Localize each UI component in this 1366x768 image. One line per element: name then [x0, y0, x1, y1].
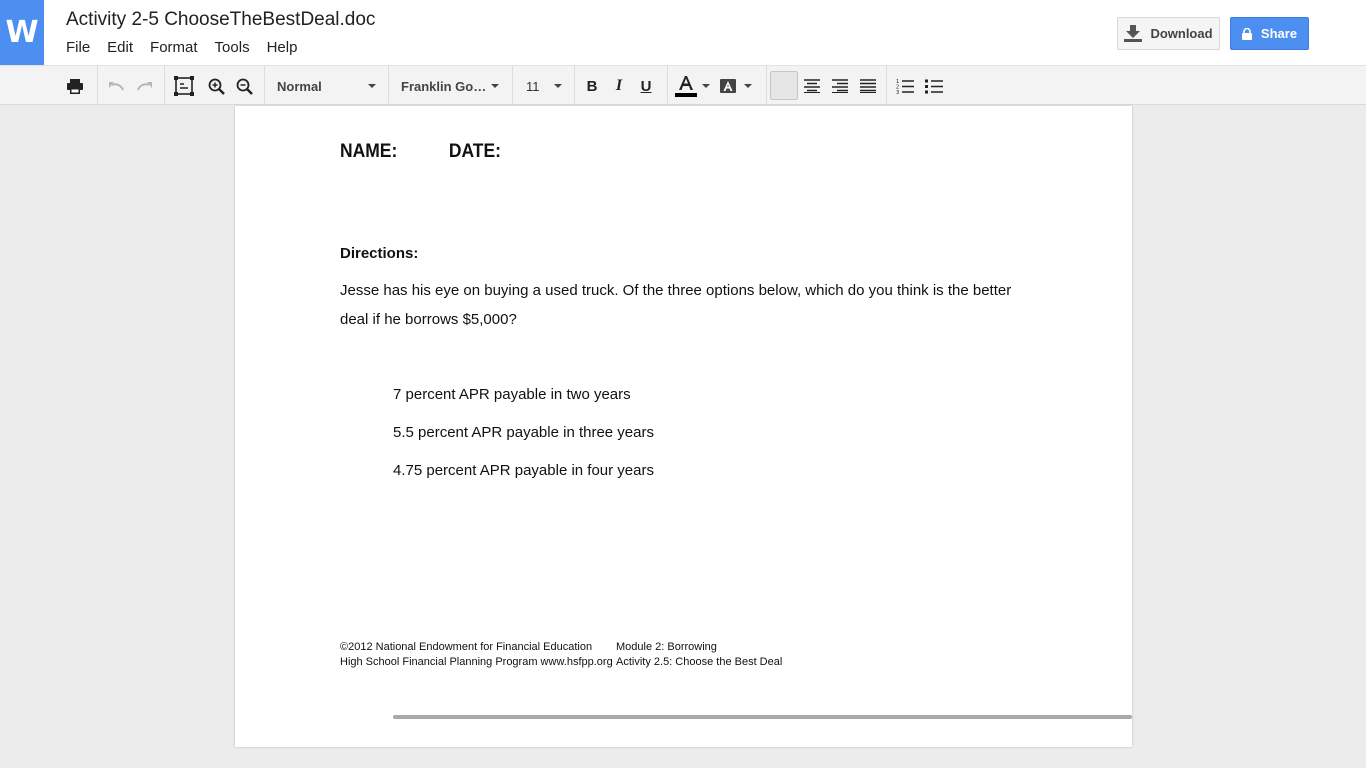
- style-value: Normal: [277, 78, 322, 94]
- zoom-out-icon: [236, 78, 253, 95]
- italic-icon: I: [615, 77, 623, 94]
- name-date-line: NAME: DATE:: [340, 141, 501, 163]
- font-dropdown[interactable]: Franklin Go…: [390, 66, 510, 106]
- share-label: Share: [1260, 26, 1298, 41]
- toolbar-separator: [164, 66, 165, 105]
- font-size-value: 11: [526, 78, 540, 94]
- toolbar-separator: [388, 66, 389, 105]
- text-color-button[interactable]: [672, 66, 710, 106]
- print-button[interactable]: [60, 66, 90, 106]
- toolbar-separator: [886, 66, 887, 105]
- menu-edit[interactable]: Edit: [107, 39, 133, 56]
- toolbar-separator: [766, 66, 767, 105]
- active-alignment-indicator: [770, 71, 798, 100]
- name-label: NAME:: [340, 141, 398, 162]
- document-title: Activity 2-5 ChooseTheBestDeal.doc: [66, 9, 376, 30]
- chevron-down-icon: [368, 84, 376, 88]
- toolbar-separator: [512, 66, 513, 105]
- menu-help[interactable]: Help: [267, 39, 298, 56]
- directions-paragraph: Jesse has his eye on buying a used truck…: [340, 282, 1012, 328]
- option-item: 5.5 percent APR payable in three years: [393, 424, 654, 441]
- bold-button[interactable]: B: [579, 66, 605, 106]
- chevron-down-icon: [554, 84, 562, 88]
- download-icon: [1124, 25, 1143, 42]
- toolbar-separator: [667, 66, 668, 105]
- footer-module: Module 2: Borrowing: [616, 641, 717, 653]
- align-right-button[interactable]: [826, 66, 854, 106]
- underline-button[interactable]: U: [633, 66, 659, 106]
- bold-icon: B: [586, 77, 598, 95]
- align-center-button[interactable]: [798, 66, 826, 106]
- document-page[interactable]: NAME: DATE: Directions: Jesse has his eye…: [235, 106, 1132, 747]
- redo-icon: [137, 82, 152, 91]
- fit-page-icon: [174, 76, 194, 96]
- numbered-list-button[interactable]: 1 2 3: [891, 66, 919, 106]
- zoom-in-icon: [208, 78, 225, 95]
- fit-page-button[interactable]: [170, 66, 198, 106]
- align-right-icon: [832, 79, 848, 93]
- date-label: DATE:: [448, 141, 501, 162]
- justify-button[interactable]: [854, 66, 882, 106]
- toolbar-separator: [97, 66, 98, 105]
- chevron-down-icon: [491, 84, 499, 88]
- footer-program: High School Financial Planning Program w…: [340, 656, 613, 668]
- chevron-down-icon: [702, 84, 710, 88]
- app-logo[interactable]: W: [0, 0, 44, 65]
- style-dropdown[interactable]: Normal: [266, 66, 386, 106]
- download-label: Download: [1150, 26, 1213, 41]
- text-color-icon: [675, 76, 697, 97]
- align-center-icon: [804, 79, 820, 93]
- numbered-list-icon: 1 2 3: [896, 79, 914, 94]
- bulleted-list-icon: [925, 79, 943, 94]
- footer-activity: Activity 2.5: Choose the Best Deal: [616, 656, 783, 668]
- redo-button[interactable]: [131, 66, 159, 106]
- toolbar-separator: [574, 66, 575, 105]
- chevron-down-icon: [744, 84, 752, 88]
- italic-button[interactable]: I: [606, 66, 632, 106]
- undo-button[interactable]: [102, 66, 130, 106]
- option-item: 7 percent APR payable in two years: [393, 386, 631, 403]
- torn-edge-divider: [393, 715, 1132, 719]
- undo-icon: [109, 82, 124, 91]
- highlight-color-button[interactable]: [716, 66, 756, 106]
- highlight-icon: [720, 79, 736, 93]
- font-value: Franklin Go…: [401, 78, 487, 94]
- page-footer: ©2012 National Endowment for Financial E…: [340, 640, 782, 670]
- justify-icon: [860, 79, 876, 93]
- app-header: W Activity 2-5 ChooseTheBestDeal.doc Fil…: [0, 0, 1366, 65]
- menu-tools[interactable]: Tools: [215, 39, 250, 56]
- lock-icon: [1241, 27, 1252, 40]
- formatting-toolbar: Normal Franklin Go… 11 B I U 1 2 3: [0, 65, 1366, 105]
- download-button[interactable]: Download: [1117, 17, 1220, 50]
- zoom-out-button[interactable]: [230, 66, 258, 106]
- directions-heading: Directions:: [340, 245, 419, 262]
- share-button[interactable]: Share: [1230, 17, 1309, 50]
- underline-icon: U: [640, 77, 652, 95]
- bulleted-list-button[interactable]: [920, 66, 948, 106]
- toolbar-separator: [264, 66, 265, 105]
- menu-format[interactable]: Format: [150, 39, 198, 56]
- print-icon: [67, 78, 83, 94]
- menu-file[interactable]: File: [66, 39, 90, 56]
- zoom-in-button[interactable]: [202, 66, 230, 106]
- footer-copyright: ©2012 National Endowment for Financial E…: [340, 641, 593, 653]
- option-item: 4.75 percent APR payable in four years: [393, 462, 654, 479]
- font-size-dropdown[interactable]: 11: [514, 66, 572, 106]
- svg-text:3: 3: [896, 90, 899, 94]
- menu-bar: File Edit Format Tools Help: [66, 39, 314, 56]
